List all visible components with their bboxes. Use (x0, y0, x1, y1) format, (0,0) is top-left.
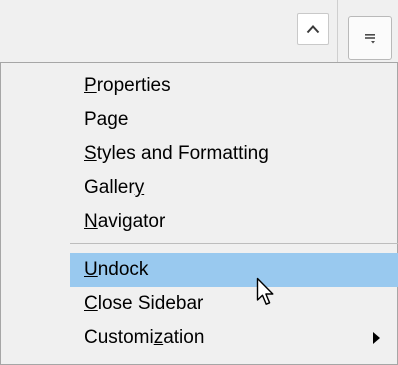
submenu-arrow-icon (373, 332, 380, 344)
sidebar-context-menu: Properties Page Styles and Formatting Ga… (0, 62, 398, 365)
menu-item-navigator[interactable]: Navigator (70, 205, 398, 239)
menu-separator (70, 243, 398, 244)
menu-item-styles-and-formatting[interactable]: Styles and Formatting (70, 137, 398, 171)
menu-item-properties[interactable]: Properties (70, 69, 398, 103)
menu-item-customization[interactable]: Customization (70, 321, 398, 355)
sidebar-menu-icon (365, 34, 375, 44)
sidebar-title-bar (0, 0, 398, 62)
menu-item-label: Customization (84, 327, 205, 348)
collapse-button[interactable] (297, 13, 329, 45)
menu-item-label: Properties (84, 75, 171, 96)
menu-item-label: Page (84, 109, 129, 130)
menu-item-label: Close Sidebar (84, 293, 204, 314)
menu-item-label: Gallery (84, 177, 145, 198)
menu-item-gallery[interactable]: Gallery (70, 171, 398, 205)
sidebar-menu-button[interactable] (348, 16, 392, 60)
menu-item-close-sidebar[interactable]: Close Sidebar (70, 287, 398, 321)
menu-item-label: Undock (84, 259, 149, 280)
menu-item-undock[interactable]: Undock (70, 253, 398, 287)
menu-item-label: Navigator (84, 211, 166, 232)
menu-item-page[interactable]: Page (70, 103, 398, 137)
toolbar-divider (337, 0, 338, 62)
chevron-up-icon (306, 25, 320, 34)
mouse-pointer-icon (256, 277, 274, 305)
menu-item-label: Styles and Formatting (84, 143, 269, 164)
